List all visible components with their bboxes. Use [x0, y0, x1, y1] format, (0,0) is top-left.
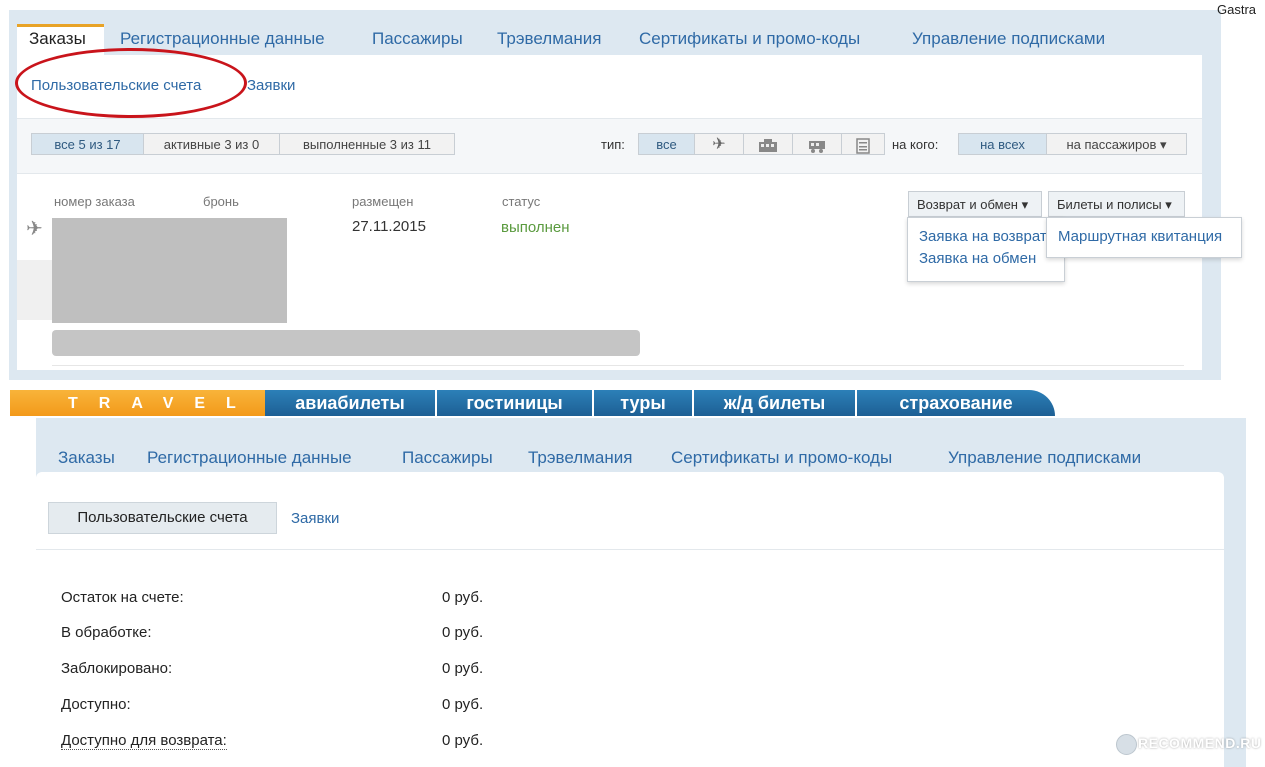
row-divider: [52, 365, 1184, 366]
tab-subscriptions-2[interactable]: Управление подписками: [948, 448, 1141, 468]
menu-exchange-request[interactable]: Заявка на обмен: [919, 250, 1036, 267]
watermark-icon: [1116, 734, 1137, 755]
redacted-line: [52, 330, 640, 356]
type-all-button[interactable]: все: [638, 133, 695, 155]
tickets-policies-dropdown[interactable]: Билеты и полисы ▾: [1048, 191, 1185, 217]
nav-insurance[interactable]: страхование: [857, 390, 1055, 416]
tab-orders[interactable]: Заказы: [29, 29, 86, 49]
username-label: Gastra: [1216, 2, 1256, 17]
refundable-value: 0 руб.: [442, 732, 484, 749]
who-passengers-dropdown[interactable]: на пассажиров ▾: [1046, 133, 1187, 155]
watermark-text: RECOMMEND.RU: [1138, 735, 1262, 751]
processing-value: 0 руб.: [442, 624, 484, 641]
balance-label: Остаток на счете:: [61, 589, 184, 606]
tab-travelmania-2[interactable]: Трэвелмания: [528, 448, 632, 468]
section-divider: [36, 549, 1224, 550]
available-value: 0 руб.: [442, 696, 484, 713]
travel-logo-text: TRAVEL: [68, 395, 257, 412]
filter-active[interactable]: активные 3 из 0: [143, 133, 280, 155]
document-icon: [856, 137, 870, 154]
filter-all[interactable]: все 5 из 17: [31, 133, 144, 155]
tab-registration[interactable]: Регистрационные данные: [120, 29, 325, 49]
filter-completed[interactable]: выполненные 3 из 11: [279, 133, 455, 155]
redacted-order-block: [52, 218, 287, 323]
subtab-requests[interactable]: Заявки: [247, 77, 295, 94]
order-date: 27.11.2015: [352, 218, 426, 235]
nav-tours[interactable]: туры: [594, 390, 692, 416]
tab-travelmania[interactable]: Трэвелмания: [497, 29, 601, 49]
subtab-requests-2[interactable]: Заявки: [291, 510, 339, 527]
plane-icon: ✈: [26, 218, 43, 240]
blocked-value: 0 руб.: [442, 660, 484, 677]
type-hotel-button[interactable]: [743, 133, 793, 155]
tab-passengers-2[interactable]: Пассажиры: [402, 448, 493, 468]
col-order-number: номер заказа: [54, 194, 135, 209]
col-placed: размещен: [352, 194, 414, 209]
balance-value: 0 руб.: [442, 589, 484, 606]
refundable-label[interactable]: Доступно для возврата:: [61, 732, 227, 750]
col-booking: бронь: [203, 194, 239, 209]
type-insurance-button[interactable]: [841, 133, 885, 155]
nav-flights[interactable]: авиабилеты: [265, 390, 435, 416]
type-train-button[interactable]: [792, 133, 842, 155]
train-icon: [809, 140, 825, 153]
menu-return-request[interactable]: Заявка на возврат: [919, 228, 1047, 245]
order-status: выполнен: [501, 219, 570, 236]
nav-train-tickets[interactable]: ж/д билеты: [694, 390, 855, 416]
nav-hotels[interactable]: гостиницы: [437, 390, 592, 416]
tab-certificates[interactable]: Сертификаты и промо-коды: [639, 29, 860, 49]
highlight-oval: [15, 48, 247, 118]
who-all-button[interactable]: на всех: [958, 133, 1047, 155]
tab-registration-2[interactable]: Регистрационные данные: [147, 448, 352, 468]
hotel-icon: [759, 138, 777, 152]
tab-subscriptions[interactable]: Управление подписками: [912, 29, 1105, 49]
redacted-area: [17, 260, 52, 320]
col-status: статус: [502, 194, 541, 209]
tab-passengers[interactable]: Пассажиры: [372, 29, 463, 49]
blocked-label: Заблокировано:: [61, 660, 173, 677]
subtab-user-accounts-2[interactable]: Пользовательские счета: [48, 502, 277, 534]
tab-certificates-2[interactable]: Сертификаты и промо-коды: [671, 448, 892, 468]
available-label: Доступно:: [61, 696, 131, 713]
processing-label: В обработке:: [61, 624, 152, 641]
type-label: тип:: [601, 137, 625, 152]
type-flight-button[interactable]: ✈: [694, 133, 744, 155]
plane-icon: ✈: [712, 136, 726, 153]
return-exchange-dropdown[interactable]: Возврат и обмен ▾: [908, 191, 1042, 217]
menu-itinerary-receipt[interactable]: Маршрутная квитанция: [1058, 228, 1222, 245]
tab-orders-2[interactable]: Заказы: [58, 448, 115, 468]
who-label: на кого:: [892, 137, 939, 152]
